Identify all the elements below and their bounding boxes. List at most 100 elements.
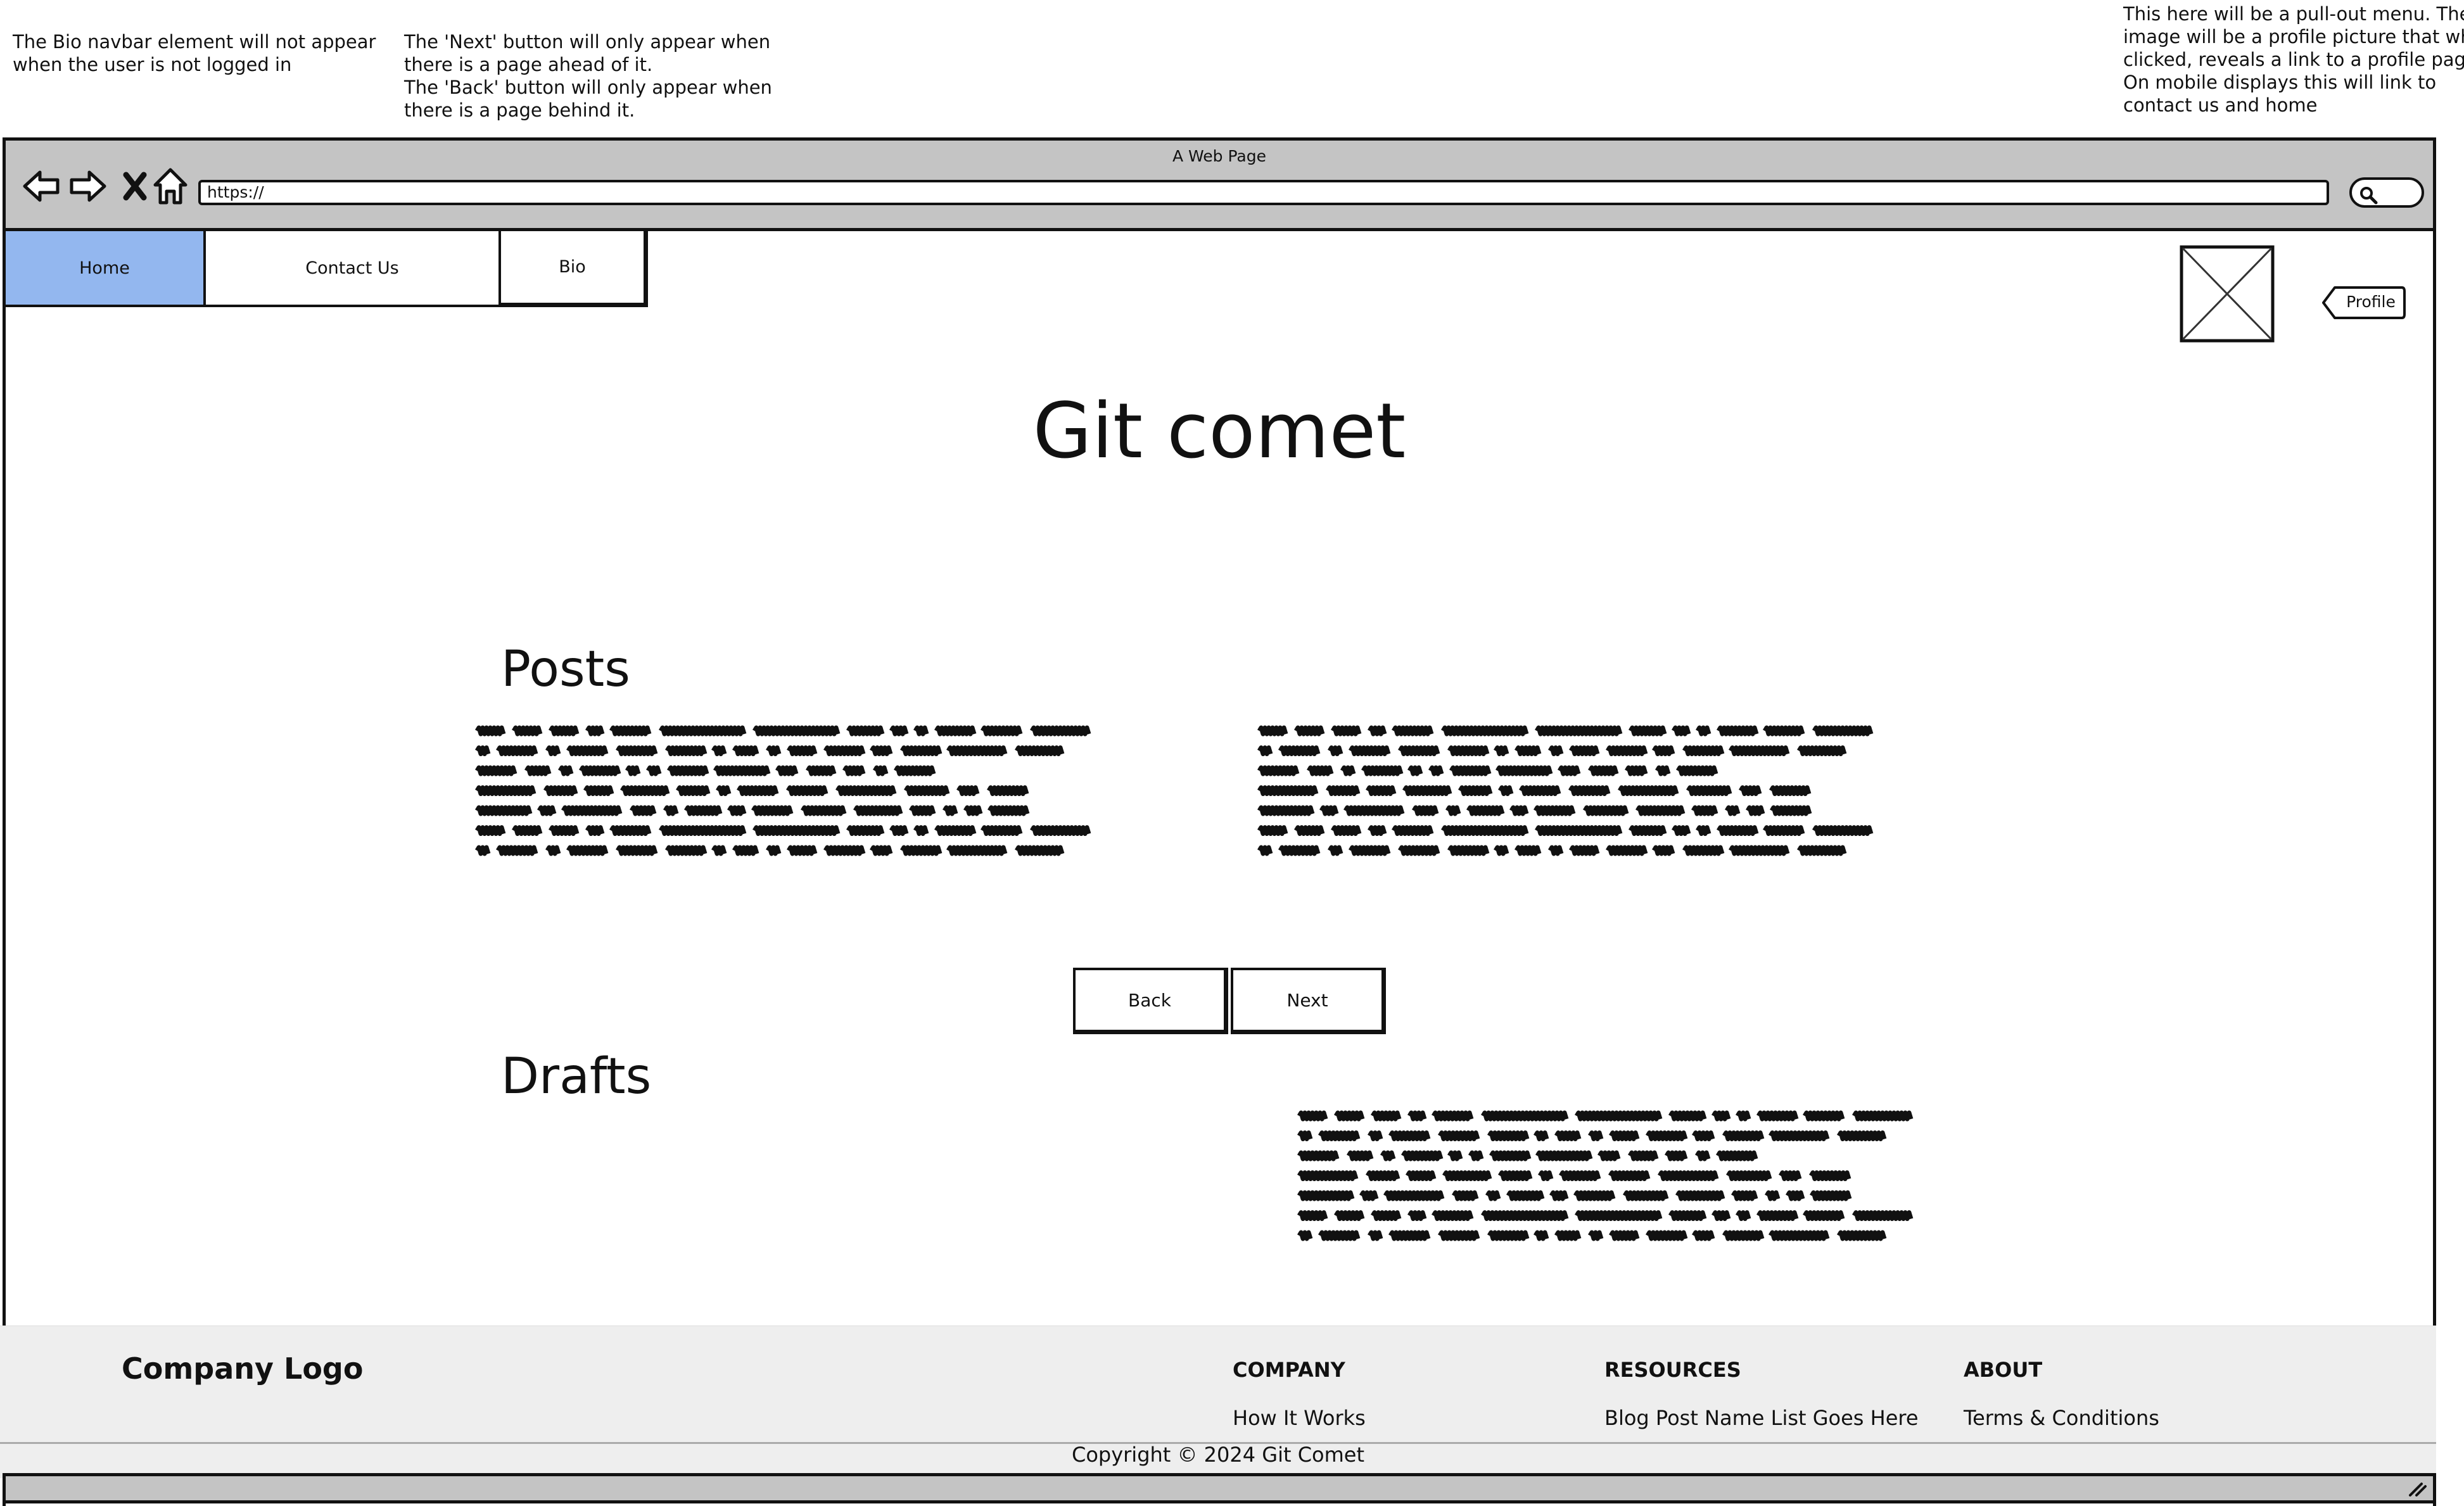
greeked-word xyxy=(1574,1210,1663,1221)
greeked-word xyxy=(1735,1110,1751,1122)
greeked-word xyxy=(1440,725,1529,737)
greeked-word xyxy=(1731,1190,1758,1201)
greeked-word xyxy=(578,765,621,776)
greeked-word xyxy=(1327,745,1343,756)
post-text-block[interactable] xyxy=(1257,723,1988,863)
greeked-word xyxy=(609,725,652,737)
greeked-word xyxy=(495,745,538,756)
url-input[interactable]: https:// xyxy=(198,180,2329,205)
nav-tab-home[interactable]: Home xyxy=(6,231,206,307)
greeked-word xyxy=(934,825,977,836)
greeked-word xyxy=(1671,825,1691,836)
greeked-word xyxy=(1738,785,1762,796)
greeked-word xyxy=(1533,1230,1549,1241)
greeked-word xyxy=(732,745,759,756)
greeked-word xyxy=(1493,745,1509,756)
greeked-word xyxy=(1645,1130,1688,1141)
greeked-word xyxy=(666,765,709,776)
greeked-word xyxy=(1568,785,1611,796)
greeked-word xyxy=(1451,1190,1479,1201)
close-icon[interactable] xyxy=(115,166,155,206)
next-button[interactable]: Next xyxy=(1231,968,1386,1034)
greeked-word xyxy=(566,845,609,856)
greeked-word xyxy=(1257,745,1273,756)
greeked-word xyxy=(899,745,943,756)
greeked-word xyxy=(1756,1110,1799,1122)
greeked-word xyxy=(1547,845,1564,856)
footer-heading-resources: RESOURCES xyxy=(1604,1358,1741,1382)
greeked-word xyxy=(1449,765,1492,776)
greeked-word xyxy=(1587,1230,1604,1241)
image-placeholder-icon[interactable] xyxy=(2180,245,2275,343)
greeked-word xyxy=(711,845,727,856)
greeked-word xyxy=(1257,825,1288,836)
greeked-word xyxy=(1297,1130,1313,1141)
greeked-word xyxy=(474,805,533,816)
forward-arrow-icon[interactable] xyxy=(68,166,108,206)
greeked-word xyxy=(1812,725,1874,737)
greeked-word xyxy=(1297,1190,1355,1201)
greeked-word xyxy=(1537,1170,1554,1181)
greeked-word xyxy=(1407,1110,1427,1122)
greeked-word xyxy=(1327,845,1343,856)
greeked-word xyxy=(1506,1190,1545,1201)
greeked-word xyxy=(1691,1130,1715,1141)
greeked-word xyxy=(1533,1130,1549,1141)
nav-tab-contact-us[interactable]: Contact Us xyxy=(206,231,501,307)
greeked-word xyxy=(786,745,818,756)
greeked-word xyxy=(1318,1230,1361,1241)
greeked-word xyxy=(1514,845,1542,856)
greeked-word xyxy=(1391,725,1434,737)
greeked-word xyxy=(1319,805,1339,816)
back-button[interactable]: Back xyxy=(1073,968,1228,1034)
greeked-word xyxy=(1370,1110,1402,1122)
greeked-word xyxy=(1796,745,1847,756)
footer-heading-about: ABOUT xyxy=(1964,1358,2043,1382)
greeked-word xyxy=(543,785,578,796)
post-text-block[interactable] xyxy=(474,723,1206,863)
greeked-word xyxy=(786,845,818,856)
greeked-word xyxy=(1293,825,1325,836)
greeked-word xyxy=(1325,785,1361,796)
greeked-word xyxy=(1675,1190,1725,1201)
search-icon xyxy=(2360,187,2378,205)
profile-button[interactable]: Profile xyxy=(2342,293,2400,311)
footer-link-terms[interactable]: Terms & Conditions xyxy=(1964,1406,2159,1430)
greeked-word xyxy=(1318,1130,1361,1141)
company-logo[interactable]: Company Logo xyxy=(122,1351,363,1386)
greeked-word xyxy=(1495,765,1553,776)
footer-link-how-it-works[interactable]: How It Works xyxy=(1233,1406,1366,1430)
greeked-word xyxy=(1278,845,1321,856)
greeked-word xyxy=(609,825,652,836)
browser-toolbar: A Web Page https:// xyxy=(6,141,2433,231)
greeked-word xyxy=(1493,845,1509,856)
greeked-word xyxy=(545,745,561,756)
greeked-word xyxy=(1851,1210,1914,1221)
note-line: there is a page behind it. xyxy=(404,99,635,121)
greeked-word xyxy=(625,765,641,776)
home-icon[interactable] xyxy=(150,166,191,206)
greeked-word xyxy=(629,805,657,816)
back-arrow-icon[interactable] xyxy=(21,166,61,206)
greeked-word xyxy=(1664,1150,1688,1161)
greeked-word xyxy=(663,805,679,816)
greeked-word xyxy=(1836,1230,1887,1241)
greeked-word xyxy=(1402,785,1452,796)
search-button[interactable] xyxy=(2349,177,2424,208)
greeked-word xyxy=(1257,845,1273,856)
greeked-word xyxy=(619,785,670,796)
nav-tab-bio[interactable]: Bio xyxy=(501,231,648,307)
bio-annotation-note: The Bio navbar element will not appear w… xyxy=(13,30,376,76)
resize-grip-icon[interactable] xyxy=(2408,1481,2427,1497)
greeked-word xyxy=(1587,1130,1604,1141)
footer-link-blog-posts[interactable]: Blog Post Name List Goes Here xyxy=(1604,1406,1919,1430)
greeked-word xyxy=(1587,765,1619,776)
greeked-word xyxy=(1485,1190,1501,1201)
note-line: The 'Next' button will only appear when xyxy=(404,31,771,53)
greeked-word xyxy=(1480,1210,1569,1221)
draft-text-block[interactable] xyxy=(1297,1108,2028,1248)
greeked-word xyxy=(893,765,936,776)
greeked-word xyxy=(1735,1210,1751,1221)
greeked-word xyxy=(1605,845,1648,856)
greeked-word xyxy=(736,785,779,796)
